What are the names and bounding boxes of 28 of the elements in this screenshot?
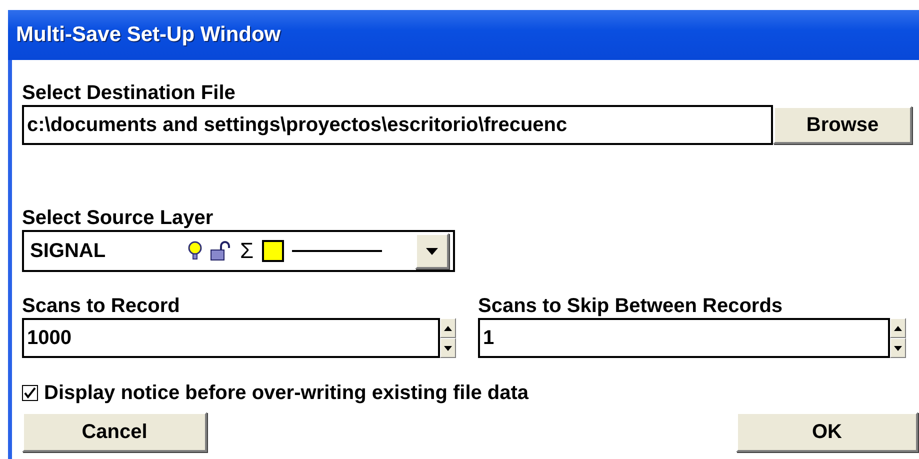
down-arrow-icon [426, 248, 438, 254]
up-arrow-icon [444, 326, 452, 330]
up-arrow-icon [894, 326, 902, 330]
lightbulb-icon [188, 241, 202, 261]
notice-label: Display notice before over-writing existing file data [44, 381, 529, 405]
browse-button[interactable]: Browse [773, 106, 912, 144]
cancel-button[interactable]: Cancel [22, 412, 207, 452]
scans-to-skip-field[interactable]: 1 [478, 318, 890, 358]
source-layer-label: Select Source Layer [22, 206, 214, 230]
spin-up-button[interactable] [890, 318, 906, 338]
source-layer-dropdown[interactable]: SIGNAL Σ [22, 230, 455, 272]
destination-label: Select Destination File [22, 81, 236, 105]
spin-down-button[interactable] [890, 338, 906, 358]
sigma-icon: Σ [240, 240, 254, 262]
spin-up-button[interactable] [440, 318, 456, 338]
window-title: Multi-Save Set-Up Window [8, 10, 919, 60]
scans-to-skip-label: Scans to Skip Between Records [478, 294, 784, 318]
scans-to-record-field[interactable]: 1000 [22, 318, 440, 358]
notice-checkbox[interactable] [22, 385, 38, 401]
dropdown-button[interactable] [415, 233, 449, 269]
down-arrow-icon [444, 346, 452, 350]
line-style-icon [292, 249, 382, 253]
spin-down-button[interactable] [440, 338, 456, 358]
scans-to-record-label: Scans to Record [22, 294, 181, 318]
down-arrow-icon [894, 346, 902, 350]
ok-button[interactable]: OK [736, 412, 918, 452]
destination-field[interactable]: c:\documents and settings\proyectos\escritorio\frecuenc [22, 105, 773, 145]
unlocked-padlock-icon [210, 241, 232, 261]
